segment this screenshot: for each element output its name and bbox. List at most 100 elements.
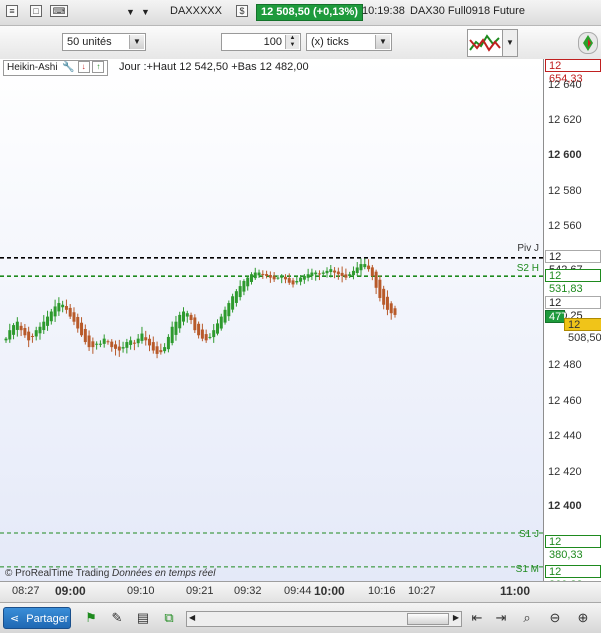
chart-area[interactable]: Heikin-Ashi 🔧 ↓ ↑ Jour :+Haut 12 542,50 …: [0, 59, 544, 581]
candle-body: [98, 343, 102, 345]
table-icon[interactable]: ▤: [134, 609, 152, 627]
x-axis[interactable]: 08:27 09:00 09:10 09:21 09:32 09:44 10:0…: [0, 581, 601, 602]
candle-body: [159, 350, 163, 353]
ticks-select[interactable]: (x) ticks ▼: [306, 33, 392, 51]
candle-body: [268, 275, 272, 278]
candle-body: [53, 306, 57, 317]
candle-body: [359, 264, 363, 271]
price-chart: [0, 257, 543, 568]
quantity-stepper[interactable]: 100 ▲ ▼: [221, 33, 301, 51]
y-label: 12 480: [548, 359, 582, 371]
colorful-tool-icon[interactable]: [578, 32, 598, 54]
candle-body: [200, 329, 204, 339]
units-select[interactable]: 50 unités ▼: [62, 33, 146, 51]
share-button[interactable]: ⋖ Partager: [3, 607, 71, 629]
candle-body: [185, 313, 189, 317]
wrench-icon[interactable]: 🔧: [62, 62, 74, 73]
y-box-top: 12 654,33: [545, 59, 601, 85]
candle-body: [83, 328, 87, 343]
s1j-label: S1 J: [518, 529, 539, 540]
candle-body: [68, 307, 72, 317]
order-icon[interactable]: ⚑: [82, 609, 100, 627]
candle-body: [182, 311, 186, 322]
add-indicator-icon[interactable]: ↑: [92, 61, 105, 74]
window-menu-icon[interactable]: ≡: [6, 5, 18, 17]
title-bar: ≡ □ ⌨ ▼ ▼ DAXXXXX $ 12 508,50 (+0,13%) 1…: [0, 0, 601, 26]
instrument-name: DAX30 Full0918 Future: [410, 5, 525, 17]
chevron-down-icon[interactable]: ▼: [502, 29, 518, 57]
candle-body: [57, 303, 61, 312]
dropdown-arrow-icon[interactable]: ▼: [126, 7, 135, 17]
step-back-icon[interactable]: ⇤: [468, 609, 486, 627]
chart-type-icon[interactable]: [467, 29, 503, 57]
dollar-icon[interactable]: $: [236, 5, 248, 17]
candles-icon[interactable]: ⧉: [160, 609, 178, 627]
step-forward-icon[interactable]: ⇥: [492, 609, 510, 627]
y-label: 12 640: [548, 79, 582, 91]
y-label: 12 600: [548, 149, 582, 161]
candle-body: [321, 272, 325, 274]
share-icon: ⋖: [10, 613, 20, 625]
candle-body: [151, 342, 155, 351]
zoom-in-icon[interactable]: ⊕: [574, 609, 592, 627]
chevron-down-icon[interactable]: ▼: [141, 7, 150, 17]
candle-body: [148, 338, 152, 346]
scroll-left-icon[interactable]: ◀: [189, 612, 195, 624]
x-label: 11:00: [500, 584, 531, 598]
indicator-label[interactable]: Heikin-Ashi 🔧 ↓ ↑: [3, 60, 109, 76]
candle-body: [249, 274, 253, 282]
y-box-s1j: 12 380,33: [545, 535, 601, 561]
candle-body: [8, 330, 12, 340]
candle-body: [117, 346, 121, 351]
candle-body: [393, 308, 397, 315]
footer-brand: © ProRealTime Trading: [5, 568, 110, 579]
y-box-last: 12 510,25: [545, 296, 601, 322]
candle-body: [215, 323, 219, 334]
candle-body: [317, 273, 321, 275]
candle-body: [49, 311, 53, 322]
chevron-down-icon[interactable]: ▼: [129, 35, 144, 49]
scroll-thumb[interactable]: [407, 613, 449, 625]
candle-body: [329, 269, 333, 273]
candle-body: [253, 272, 257, 279]
x-label: 09:00: [55, 584, 86, 598]
candle-body: [95, 343, 99, 345]
horizontal-scrollbar[interactable]: ◀ ▶: [186, 611, 462, 627]
candle-body: [110, 341, 114, 348]
wrench-icon[interactable]: ✎: [108, 609, 126, 627]
candle-body: [114, 344, 118, 349]
candle-body: [34, 330, 38, 337]
zoom-out-icon[interactable]: ⊖: [546, 609, 564, 627]
candle-body: [280, 275, 284, 278]
candle-body: [223, 309, 227, 323]
symbol-name[interactable]: DAXXXXX: [170, 5, 222, 17]
candle-body: [129, 340, 133, 345]
candle-body: [155, 346, 159, 354]
clock-time: 10:19:38: [362, 5, 405, 17]
candle-body: [367, 265, 371, 270]
candle-body: [283, 276, 287, 280]
chevron-down-icon[interactable]: ▼: [375, 35, 390, 49]
remove-indicator-icon[interactable]: ↓: [77, 61, 90, 74]
keyboard-icon[interactable]: ⌨: [50, 5, 68, 17]
search-icon[interactable]: ⌕: [518, 609, 536, 627]
y-label: 12 400: [548, 500, 582, 512]
scroll-right-icon[interactable]: ▶: [453, 612, 459, 624]
candle-body: [80, 322, 84, 336]
x-label: 09:44: [284, 585, 312, 597]
candle-body: [166, 336, 170, 350]
units-select-value: 50 unités: [67, 36, 112, 48]
candle-body: [197, 323, 201, 336]
restore-icon[interactable]: □: [30, 5, 42, 17]
candle-body: [204, 334, 208, 341]
y-label: 12 620: [548, 114, 582, 126]
bottom-bar: ⋖ Partager ⚑ ✎ ▤ ⧉ ◀ ▶ ⇤ ⇥ ⌕ ⊖ ⊕: [0, 602, 601, 633]
candle-body: [46, 316, 50, 326]
candle-body: [242, 281, 246, 292]
candle-body: [102, 338, 106, 344]
spin-arrows-icon[interactable]: ▲ ▼: [285, 35, 299, 49]
share-label: Partager: [26, 613, 69, 625]
toolbar: 50 unités ▼ 100 ▲ ▼ (x) ticks ▼ ▼: [0, 26, 601, 61]
candle-body: [374, 271, 378, 288]
candle-body: [42, 321, 46, 331]
